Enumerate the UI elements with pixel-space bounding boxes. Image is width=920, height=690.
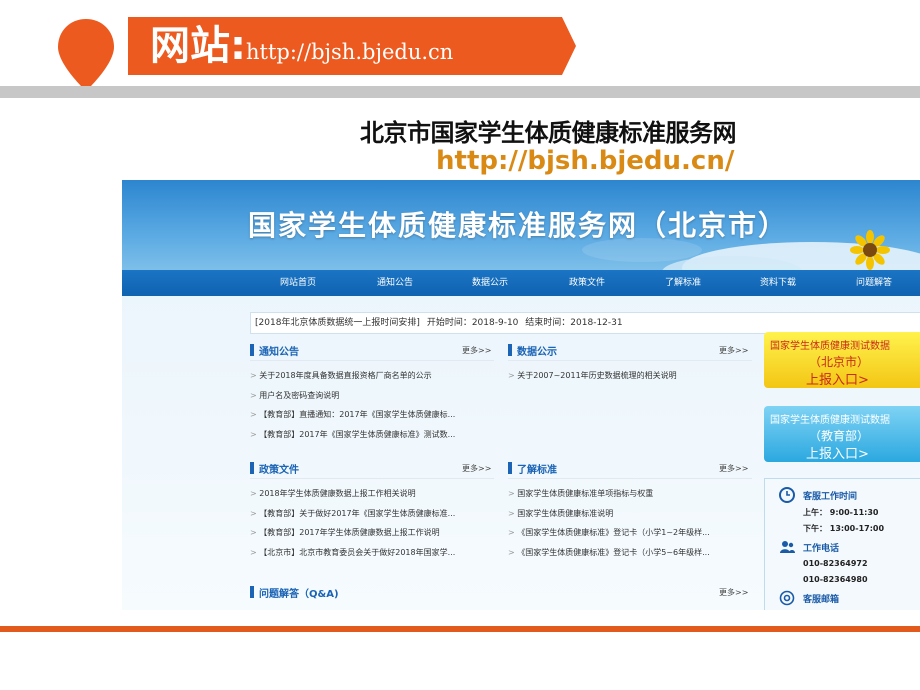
list-item[interactable]: 2018年学生体质健康数据上报工作相关说明 bbox=[250, 484, 494, 504]
phone-title: 工作电话 bbox=[803, 544, 840, 554]
more-link-data[interactable]: 更多>> bbox=[719, 345, 748, 356]
nav-policy[interactable]: 政策文件 bbox=[569, 270, 605, 296]
more-link-faq[interactable]: 更多>> bbox=[719, 587, 748, 598]
email-at-icon bbox=[779, 590, 795, 606]
section-marker bbox=[508, 344, 512, 356]
work-time-title: 客服工作时间 bbox=[803, 492, 858, 502]
nav-home[interactable]: 网站首页 bbox=[280, 270, 316, 296]
report-bj-line1: 国家学生体质健康测试数据 bbox=[770, 341, 890, 352]
report-entry-moe-button[interactable]: 国家学生体质健康测试数据 （教育部） 上报入口> bbox=[764, 406, 920, 462]
more-link-policy[interactable]: 更多>> bbox=[462, 463, 491, 474]
ribbon-url[interactable]: http://bjsh.bjedu.cn bbox=[246, 40, 453, 64]
nav-notices[interactable]: 通知公告 bbox=[377, 270, 413, 296]
divider-bar bbox=[0, 86, 920, 98]
list-item[interactable]: 【教育部】2017年《国家学生体质健康标准》测试数... bbox=[250, 425, 494, 445]
clock-icon bbox=[779, 487, 795, 503]
list-notices: 关于2018年度具备数据直报资格厂商名单的公示 用户名及密码查询说明 【教育部】… bbox=[250, 366, 494, 444]
more-link-notices[interactable]: 更多>> bbox=[462, 345, 491, 356]
notice-start-label: 开始时间： bbox=[426, 318, 472, 328]
site-banner: 国家学生体质健康标准服务网（北京市） bbox=[122, 180, 920, 270]
list-item[interactable]: 国家学生体质健康标准说明 bbox=[508, 504, 752, 524]
report-moe-line2: （教育部） bbox=[809, 429, 870, 443]
section-marker bbox=[508, 462, 512, 474]
notice-start: 2018-9-10 bbox=[471, 318, 519, 328]
section-title-standard[interactable]: 了解标准 bbox=[517, 461, 557, 476]
ribbon-title: 网站:http://bjsh.bjedu.cn bbox=[150, 17, 453, 75]
list-policy: 2018年学生体质健康数据上报工作相关说明 【教育部】关于做好2017年《国家学… bbox=[250, 484, 494, 562]
section-title-policy[interactable]: 政策文件 bbox=[259, 461, 299, 476]
report-entry-beijing-button[interactable]: 国家学生体质健康测试数据 （北京市） 上报入口> bbox=[764, 332, 920, 388]
ribbon-label: 网站: bbox=[150, 23, 246, 69]
website-screenshot: 国家学生体质健康标准服务网（北京市） 网站首页 通知公告 数据公示 政策文件 了… bbox=[122, 180, 920, 610]
banner-title: 国家学生体质健康标准服务网（北京市） bbox=[248, 209, 789, 242]
notice-end-label: 结束时间： bbox=[525, 318, 571, 328]
site-url-link[interactable]: http://bjsh.bjedu.cn/ bbox=[436, 146, 734, 176]
list-data: 关于2007~2011年历史数据梳理的相关说明 bbox=[508, 366, 752, 386]
nav-faq[interactable]: 问题解答 bbox=[856, 270, 892, 296]
section-divider bbox=[508, 478, 752, 479]
report-moe-line3: 上报入口> bbox=[806, 447, 869, 462]
work-time-pm: 下午： 13:00-17:00 bbox=[803, 524, 885, 533]
sunflower-icon bbox=[850, 230, 890, 270]
user-group-icon bbox=[780, 541, 795, 553]
report-bj-line2: （北京市） bbox=[809, 355, 870, 369]
list-standard: 国家学生体质健康标准单项指标与权重 国家学生体质健康标准说明 《国家学生体质健康… bbox=[508, 484, 752, 562]
list-item[interactable]: 关于2018年度具备数据直报资格厂商名单的公示 bbox=[250, 366, 494, 386]
list-item[interactable]: 用户名及密码查询说明 bbox=[250, 386, 494, 406]
nav-standard[interactable]: 了解标准 bbox=[665, 270, 701, 296]
section-title-notices[interactable]: 通知公告 bbox=[259, 343, 299, 358]
notice-bar[interactable]: [2018年北京体质数据统一上报时间安排] 开始时间：2018-9-10 结束时… bbox=[250, 312, 920, 334]
report-bj-line3: 上报入口> bbox=[806, 373, 869, 388]
section-marker bbox=[250, 462, 254, 474]
nav-downloads[interactable]: 资料下载 bbox=[760, 270, 796, 296]
list-item[interactable]: 【教育部】2017年学生体质健康数据上报工作说明 bbox=[250, 523, 494, 543]
main-nav: 网站首页 通知公告 数据公示 政策文件 了解标准 资料下载 问题解答 bbox=[122, 270, 920, 296]
section-title-data[interactable]: 数据公示 bbox=[517, 343, 557, 358]
section-title-faq[interactable]: 问题解答（Q&A) bbox=[259, 585, 339, 600]
list-item[interactable]: 国家学生体质健康标准单项指标与权重 bbox=[508, 484, 752, 504]
notice-end: 2018-12-31 bbox=[570, 318, 623, 328]
list-item[interactable]: 【教育部】直播通知：2017年《国家学生体质健康标... bbox=[250, 405, 494, 425]
list-item[interactable]: 关于2007~2011年历史数据梳理的相关说明 bbox=[508, 366, 752, 386]
list-item[interactable]: 《国家学生体质健康标准》登记卡（小学5~6年级样... bbox=[508, 543, 752, 563]
bottom-accent-line bbox=[0, 626, 920, 632]
report-moe-line1: 国家学生体质健康测试数据 bbox=[770, 415, 890, 426]
more-link-standard[interactable]: 更多>> bbox=[719, 463, 748, 474]
list-item[interactable]: 【北京市】北京市教育委员会关于做好2018年国家学... bbox=[250, 543, 494, 563]
list-item[interactable]: 《国家学生体质健康标准》登记卡（小学1~2年级样... bbox=[508, 523, 752, 543]
nav-data[interactable]: 数据公示 bbox=[472, 270, 508, 296]
slide-heading: 北京市国家学生体质健康标准服务网 bbox=[360, 119, 737, 147]
section-divider bbox=[250, 478, 494, 479]
section-marker bbox=[250, 586, 254, 598]
section-marker bbox=[250, 344, 254, 356]
section-divider bbox=[508, 360, 752, 361]
location-pin-icon bbox=[58, 19, 114, 93]
section-divider bbox=[250, 360, 494, 361]
email-title: 客服邮箱 bbox=[803, 595, 840, 605]
work-time-am: 上午： 9:00-11:30 bbox=[803, 508, 879, 517]
notice-title: [2018年北京体质数据统一上报时间安排] bbox=[255, 318, 420, 328]
service-box: 客服工作时间 上午： 9:00-11:30 下午： 13:00-17:00 工作… bbox=[764, 478, 920, 610]
list-item[interactable]: 【教育部】关于做好2017年《国家学生体质健康标准... bbox=[250, 504, 494, 524]
phone-number: 010-82364980 bbox=[803, 575, 868, 584]
phone-number: 010-82364972 bbox=[803, 559, 868, 568]
